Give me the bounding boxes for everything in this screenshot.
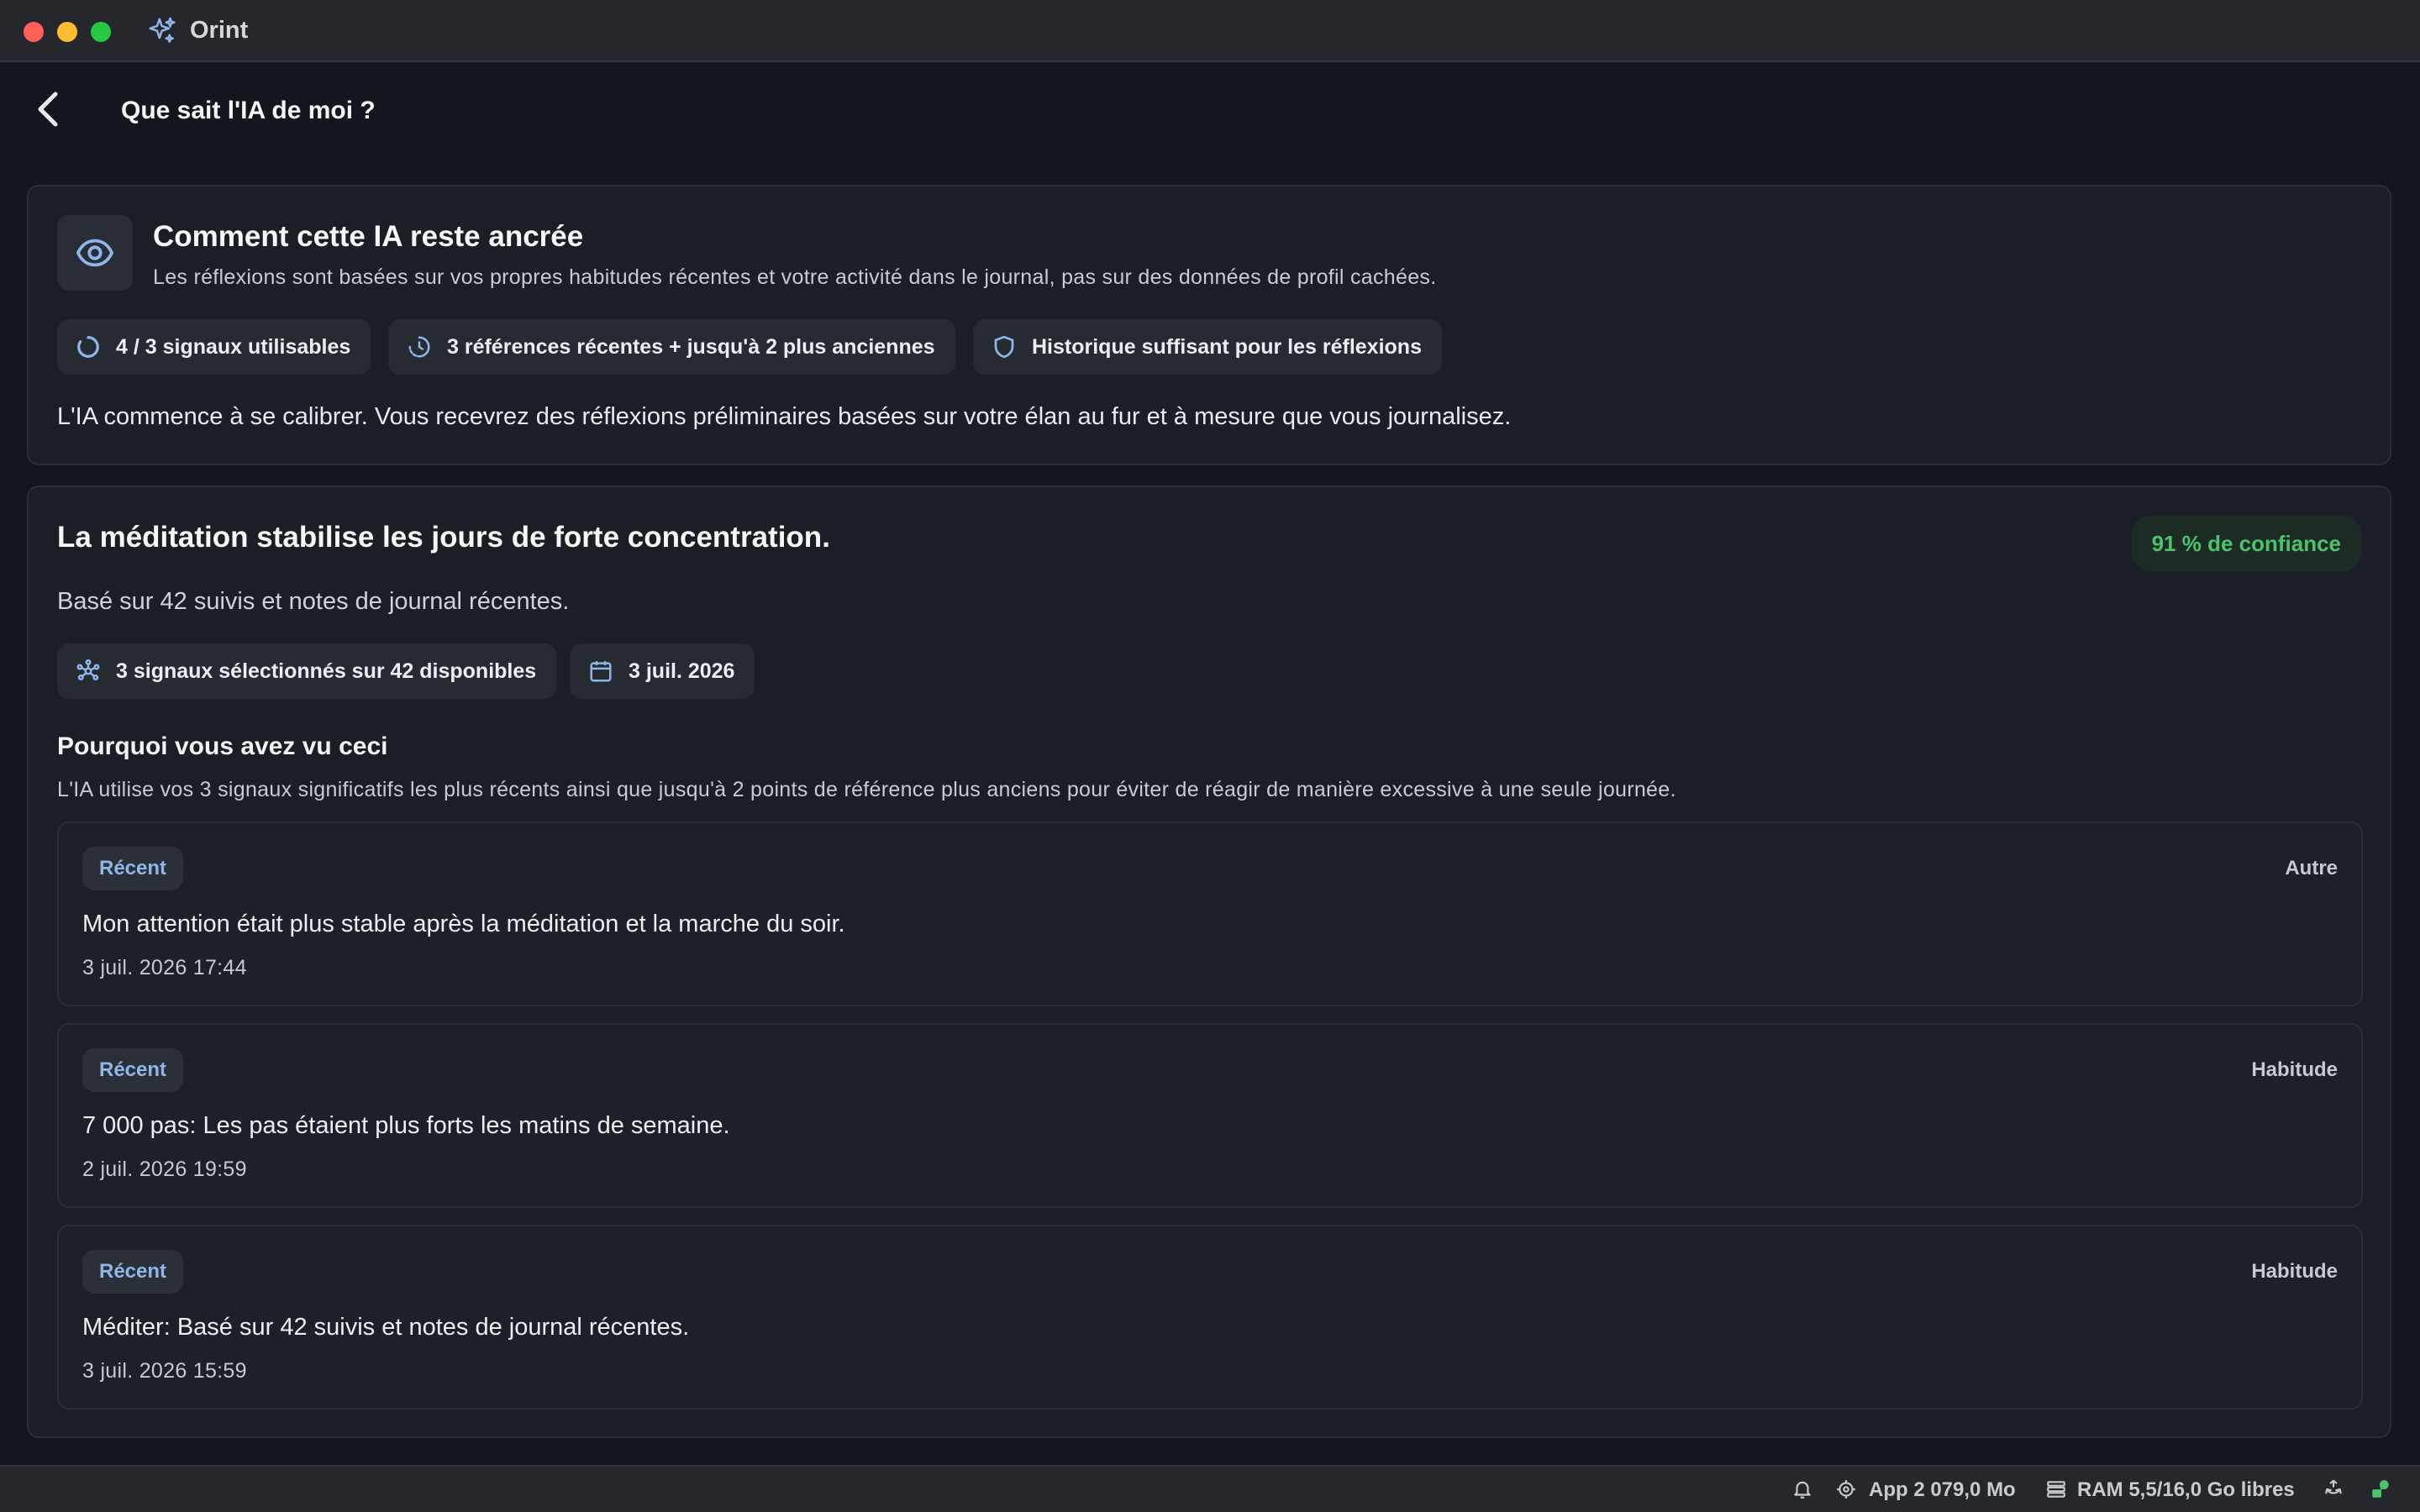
usable-signals-label: 4 / 3 signaux utilisables: [116, 335, 351, 359]
date-label: 3 juil. 2026: [629, 659, 735, 683]
date-chip: 3 juil. 2026: [570, 643, 755, 699]
calendar-icon: [590, 661, 612, 682]
recycle-icon[interactable]: [2323, 1478, 2344, 1500]
status-bar: App 2 079,0 Mo RAM 5,5/16,0 Go libres: [0, 1465, 2420, 1512]
sparkles-icon: [149, 17, 176, 43]
eye-icon: [76, 239, 114, 267]
usable-signals-chip: 4 / 3 signaux utilisables: [57, 319, 371, 375]
history-label: Historique suffisant pour les réflexions: [1032, 335, 1422, 359]
window-titlebar: Orint: [0, 0, 2420, 62]
progress-ring-icon: [77, 336, 99, 358]
history-chip: Historique suffisant pour les réflexions: [973, 319, 1442, 375]
selected-signals-label: 3 signaux sélectionnés sur 42 disponible…: [116, 659, 537, 683]
eye-icon-box: [57, 215, 133, 291]
memory-stack-icon: [2047, 1481, 2065, 1498]
insight-card: La méditation stabilise les jours de for…: [27, 486, 2391, 1438]
app-name: Orint: [190, 17, 249, 44]
references-chip: 3 références récentes + jusqu'à 2 plus a…: [388, 319, 955, 375]
app-memory-readout: App 2 079,0 Mo: [1869, 1478, 2016, 1501]
entry-tag: Récent: [82, 1250, 184, 1294]
cpu-chip-icon: [1837, 1480, 1855, 1499]
entry-date: 3 juil. 2026 17:44: [82, 956, 247, 979]
entry-text: Mon attention était plus stable après la…: [82, 911, 845, 937]
signal-entry[interactable]: Récent Autre Mon attention était plus st…: [57, 822, 2363, 1006]
entry-tag: Récent: [82, 847, 184, 890]
entry-tag: Récent: [82, 1048, 184, 1092]
page-title: Que sait l'IA de moi ?: [121, 97, 376, 124]
signal-entry[interactable]: Récent Habitude Méditer: Basé sur 42 sui…: [57, 1225, 2363, 1410]
bell-icon[interactable]: [1791, 1478, 1813, 1500]
status-indicator-icon[interactable]: [2370, 1478, 2391, 1500]
confidence-badge: 91 % de confiance: [2131, 516, 2361, 571]
insight-basis: Basé sur 42 suivis et notes de journal r…: [57, 588, 570, 615]
entry-text: 7 000 pas: Les pas étaient plus forts le…: [82, 1112, 730, 1139]
entry-category: Habitude: [2251, 1058, 2338, 1081]
entry-category: Autre: [2285, 857, 2338, 879]
back-chevron-icon[interactable]: [30, 87, 67, 131]
shield-icon: [994, 335, 1014, 359]
references-label: 3 références récentes + jusqu'à 2 plus a…: [447, 335, 935, 359]
grounding-card: Comment cette IA reste ancrée Les réflex…: [27, 185, 2391, 465]
signal-entry[interactable]: Récent Habitude 7 000 pas: Les pas étaie…: [57, 1023, 2363, 1208]
minimize-window-button[interactable]: [57, 22, 77, 42]
clock-history-icon: [408, 336, 430, 358]
close-window-button[interactable]: [24, 22, 44, 42]
network-icon: [76, 659, 100, 681]
ram-readout: RAM 5,5/16,0 Go libres: [2077, 1478, 2295, 1501]
entry-date: 3 juil. 2026 15:59: [82, 1359, 247, 1383]
entry-text: Méditer: Basé sur 42 suivis et notes de …: [82, 1314, 690, 1341]
insight-title: La méditation stabilise les jours de for…: [57, 521, 830, 554]
selected-signals-chip: 3 signaux sélectionnés sur 42 disponible…: [57, 643, 557, 699]
entry-category: Habitude: [2251, 1260, 2338, 1283]
grounding-title: Comment cette IA reste ancrée: [153, 220, 584, 253]
grounding-description: Les réflexions sont basées sur vos propr…: [153, 265, 1437, 289]
calibration-note: L'IA commence à se calibrer. Vous recevr…: [57, 403, 1512, 430]
entry-date: 2 juil. 2026 19:59: [82, 1158, 247, 1181]
zoom-window-button[interactable]: [91, 22, 111, 42]
why-title: Pourquoi vous avez vu ceci: [57, 732, 388, 760]
why-description: L'IA utilise vos 3 signaux significatifs…: [57, 778, 1676, 801]
